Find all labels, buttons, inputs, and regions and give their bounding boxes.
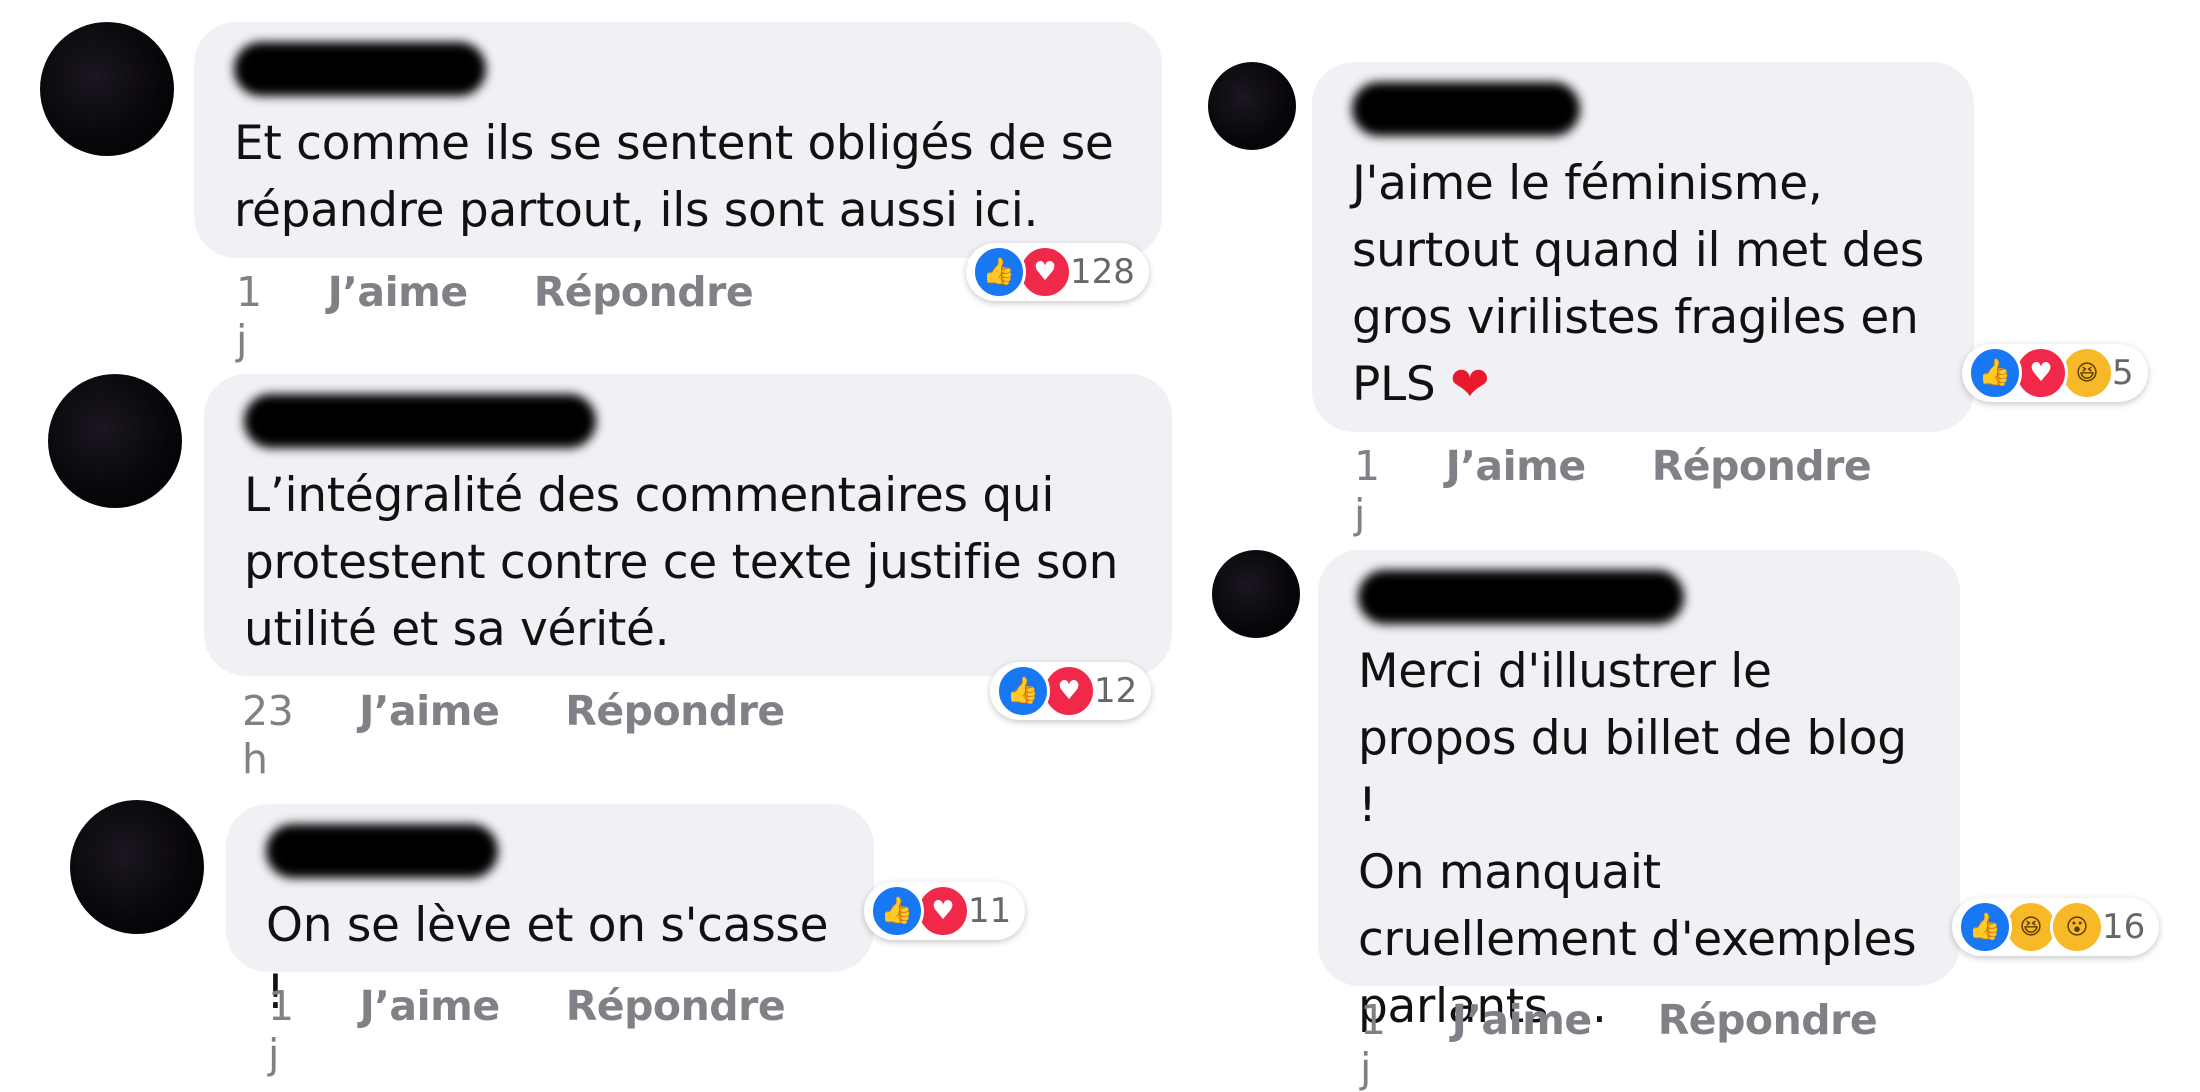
comment-bubble: Et comme ils se sentent obligés de se ré… <box>194 22 1162 258</box>
love-reaction-icon: ♥ <box>1042 664 1096 718</box>
comment-text: Et comme ils se sentent obligés de se ré… <box>234 116 1114 238</box>
reaction-count: 11 <box>968 891 1012 931</box>
reaction-count: 12 <box>1094 671 1138 711</box>
author-name-redacted[interactable] <box>1352 82 1580 136</box>
reply-button[interactable]: Répondre <box>565 687 785 783</box>
reply-button[interactable]: Répondre <box>534 268 754 364</box>
reaction-summary[interactable]: 👍 ♥ 128 <box>966 243 1149 301</box>
love-reaction-icon: ♥ <box>916 884 970 938</box>
haha-reaction-icon: 😆 <box>2060 346 2114 400</box>
comment-actions: 1 j J’aime Répondre <box>236 268 754 364</box>
reaction-summary[interactable]: 👍 😆 😮 16 <box>1952 898 2160 956</box>
love-reaction-icon: ♥ <box>2014 346 2068 400</box>
like-button[interactable]: J’aime <box>1452 996 1593 1092</box>
avatar[interactable] <box>1208 62 1296 150</box>
comment-bubble: On se lève et on s'casse ! <box>226 804 874 1020</box>
like-reaction-icon: 👍 <box>996 664 1050 718</box>
reaction-summary[interactable]: 👍 ♥ 😆 5 <box>1962 344 2148 402</box>
timestamp: 1 j <box>236 268 262 364</box>
reply-button[interactable]: Répondre <box>1652 442 1872 538</box>
avatar[interactable] <box>70 800 204 934</box>
author-name-redacted[interactable] <box>244 394 596 448</box>
reaction-summary[interactable]: 👍 ♥ 11 <box>864 882 1026 940</box>
comment-text: J'aime le féminisme, surtout quand il me… <box>1352 156 1925 412</box>
timestamp: 1 j <box>1354 442 1380 538</box>
author-name-redacted[interactable] <box>266 824 498 878</box>
reaction-count: 16 <box>2102 907 2146 947</box>
comment-text: L’intégralité des commentaires qui prote… <box>244 468 1119 657</box>
reaction-count: 5 <box>2112 353 2134 393</box>
like-button[interactable]: J’aime <box>1446 442 1587 538</box>
comment-actions: 23 h J’aime Répondre <box>242 687 785 783</box>
comment-actions: 1 j J’aime Répondre <box>1354 442 1872 538</box>
avatar[interactable] <box>1212 550 1300 638</box>
like-button[interactable]: J’aime <box>328 268 469 364</box>
reaction-count: 128 <box>1070 252 1135 292</box>
reaction-summary[interactable]: 👍 ♥ 12 <box>990 662 1152 720</box>
comment-actions: 1 j J’aime Répondre <box>1360 996 1878 1092</box>
like-button[interactable]: J’aime <box>359 687 500 783</box>
red-heart-emoji: ❤ <box>1450 357 1490 412</box>
like-reaction-icon: 👍 <box>1958 900 2012 954</box>
avatar[interactable] <box>40 22 174 156</box>
comment-bubble: L’intégralité des commentaires qui prote… <box>204 374 1172 676</box>
reply-button[interactable]: Répondre <box>1658 996 1878 1092</box>
like-reaction-icon: 👍 <box>972 245 1026 299</box>
timestamp: 1 j <box>1360 996 1386 1092</box>
love-reaction-icon: ♥ <box>1018 245 1072 299</box>
timestamp: 23 h <box>242 687 294 783</box>
comment-bubble: Merci d'illustrer le propos du billet de… <box>1318 550 1960 1034</box>
timestamp: 1 j <box>268 982 294 1078</box>
reply-button[interactable]: Répondre <box>566 982 786 1078</box>
comment-bubble: J'aime le féminisme, surtout quand il me… <box>1312 62 1974 432</box>
comment-text: Merci d'illustrer le propos du billet de… <box>1358 644 1917 1034</box>
like-reaction-icon: 👍 <box>1968 346 2022 400</box>
avatar[interactable] <box>48 374 182 508</box>
comment-actions: 1 j J’aime Répondre <box>268 982 786 1078</box>
wow-reaction-icon: 😮 <box>2050 900 2104 954</box>
like-button[interactable]: J’aime <box>360 982 501 1078</box>
author-name-redacted[interactable] <box>1358 570 1684 624</box>
author-name-redacted[interactable] <box>234 42 486 96</box>
like-reaction-icon: 👍 <box>870 884 924 938</box>
